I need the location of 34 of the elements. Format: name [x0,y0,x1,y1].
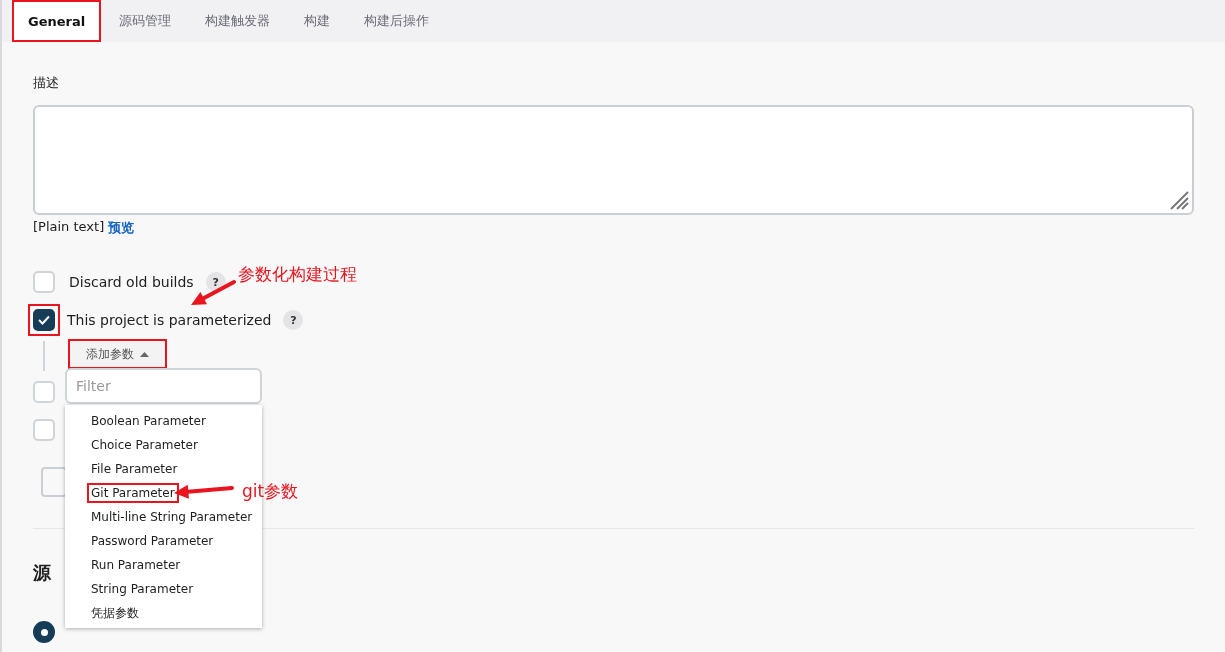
annotation-text: 参数化构建过程 [238,263,357,286]
tab[interactable]: 构建后操作 [348,0,446,42]
tab[interactable]: 构建 [288,0,347,42]
menu-item[interactable]: 凭据参数 [87,603,143,623]
section-heading: 源 [33,562,51,583]
help-icon[interactable]: ? [283,310,304,330]
arrow [191,280,236,305]
menu-item[interactable]: File Parameter [87,459,182,479]
preview-link[interactable]: 预览 [108,219,135,237]
field-label: 描述 [33,74,60,92]
menu-item[interactable]: Password Parameter [87,531,218,551]
tab[interactable]: 构建触发器 [189,0,287,42]
arrow [174,484,234,499]
add-parameter-button[interactable]: 添加参数 [68,339,167,369]
annotation-text: git参数 [242,480,299,503]
menu-item[interactable]: Multi-line String Parameter [87,507,257,527]
checkbox[interactable] [33,309,55,331]
radio-button[interactable] [33,621,55,643]
menu-item[interactable]: Choice Parameter [87,435,202,455]
option-label: Discard old builds [69,274,194,290]
menu-item[interactable]: String Parameter [87,579,198,599]
tab[interactable]: 源码管理 [103,0,188,42]
menu-item[interactable]: Boolean Parameter [87,411,210,431]
check-icon [38,315,50,325]
filter-field[interactable]: Filter [65,368,262,404]
menu-item[interactable]: Run Parameter [87,555,185,575]
caret-icon [140,351,149,357]
resize-handle-icon[interactable] [1169,190,1189,210]
description-field[interactable] [33,105,1194,215]
format-note: [Plain text] [33,219,105,236]
option-label: This project is parameterized [67,312,272,328]
tab[interactable]: General [12,0,102,42]
help-icon[interactable]: ? [205,272,226,292]
menu-item[interactable]: Git Parameter [87,483,179,503]
